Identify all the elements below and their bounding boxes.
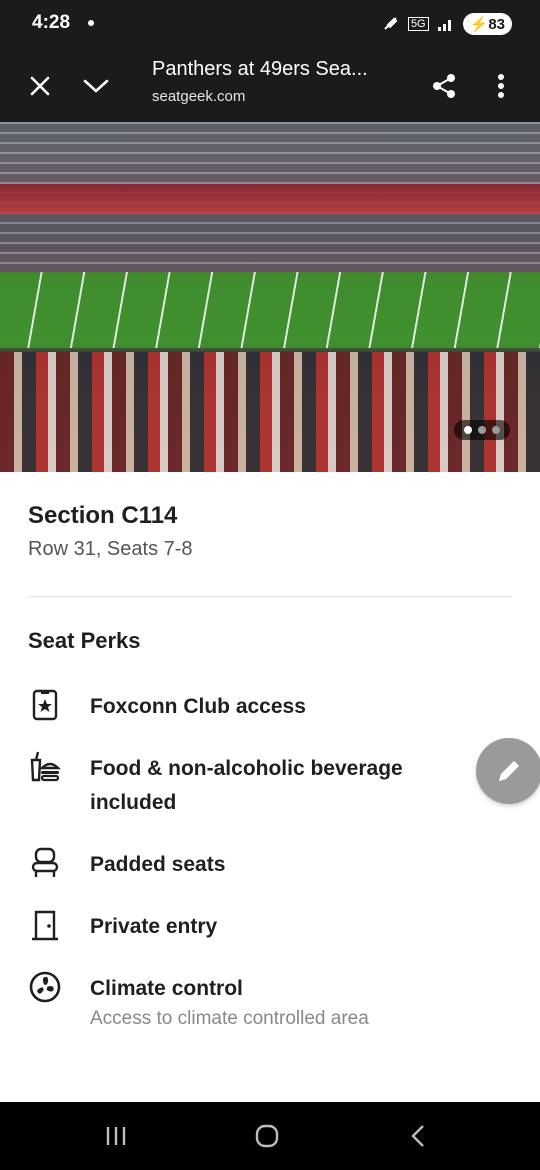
perk-label: Food & non-alcoholic beverage included — [90, 757, 403, 814]
browser-toolbar: Panthers at 49ers Sea... seatgeek.com — [0, 50, 540, 122]
perk-item-climate-control: Climate control Access to climate contro… — [28, 970, 468, 1034]
home-button[interactable] — [247, 1118, 287, 1154]
recent-apps-button[interactable] — [96, 1118, 136, 1154]
seat-row-detail: Row 31, Seats 7-8 — [28, 538, 193, 560]
section-title: Section C114 — [28, 502, 178, 529]
share-button[interactable] — [424, 66, 464, 106]
carousel-dot[interactable] — [492, 426, 500, 434]
mute-icon — [384, 17, 398, 30]
food-beverage-icon — [30, 751, 61, 782]
page-title: Panthers at 49ers Sea... — [152, 58, 368, 80]
notification-dot-icon — [88, 20, 94, 26]
minimize-button[interactable] — [76, 66, 116, 106]
edit-floating-button[interactable] — [476, 738, 540, 804]
home-icon — [255, 1124, 279, 1148]
club-badge-icon — [32, 689, 58, 721]
perk-label: Foxconn Club access — [90, 695, 306, 718]
padded-seat-icon — [31, 847, 59, 877]
status-time: 4:28 — [32, 12, 71, 33]
network-label: 5G — [407, 17, 429, 31]
perk-label: Private entry — [90, 915, 218, 938]
chevron-down-icon — [83, 79, 109, 93]
football-field — [0, 272, 540, 348]
close-button[interactable] — [20, 66, 60, 106]
seat-view-image[interactable] — [0, 122, 540, 472]
battery-indicator: ⚡83 — [462, 13, 512, 35]
perk-description: Access to climate controlled area — [90, 1008, 369, 1029]
system-navigation-bar — [0, 1102, 540, 1170]
perk-label: Padded seats — [90, 853, 226, 876]
more-vertical-icon — [498, 74, 504, 98]
status-bar: 4:28 5G ⚡83 — [0, 0, 540, 50]
crowd — [0, 352, 540, 472]
battery-level: 83 — [488, 16, 505, 33]
page-url[interactable]: seatgeek.com — [152, 88, 245, 105]
pencil-icon — [499, 761, 519, 781]
fan-icon — [29, 971, 61, 1003]
perk-item-private-entry: Private entry — [28, 908, 468, 944]
perk-item-food-beverage: Food & non-alcoholic beverage included — [28, 750, 468, 820]
perk-item-club-access: Foxconn Club access — [28, 688, 468, 724]
more-options-button[interactable] — [481, 66, 521, 106]
back-icon — [411, 1125, 424, 1147]
share-icon — [433, 74, 455, 98]
door-icon — [32, 910, 58, 941]
back-button[interactable] — [398, 1118, 438, 1154]
stadium-banner-ring — [0, 184, 540, 214]
status-icons: 5G ⚡83 — [382, 13, 512, 35]
perks-heading: Seat Perks — [28, 628, 141, 653]
perk-item-padded-seats: Padded seats — [28, 846, 468, 882]
perk-label: Climate control — [90, 977, 243, 1000]
signal-icon — [437, 20, 451, 31]
carousel-dot[interactable] — [478, 426, 486, 434]
divider — [28, 596, 512, 597]
carousel-dot[interactable] — [464, 426, 472, 434]
carousel-indicator — [454, 420, 510, 440]
close-icon — [30, 76, 50, 96]
recent-apps-icon — [106, 1127, 126, 1145]
